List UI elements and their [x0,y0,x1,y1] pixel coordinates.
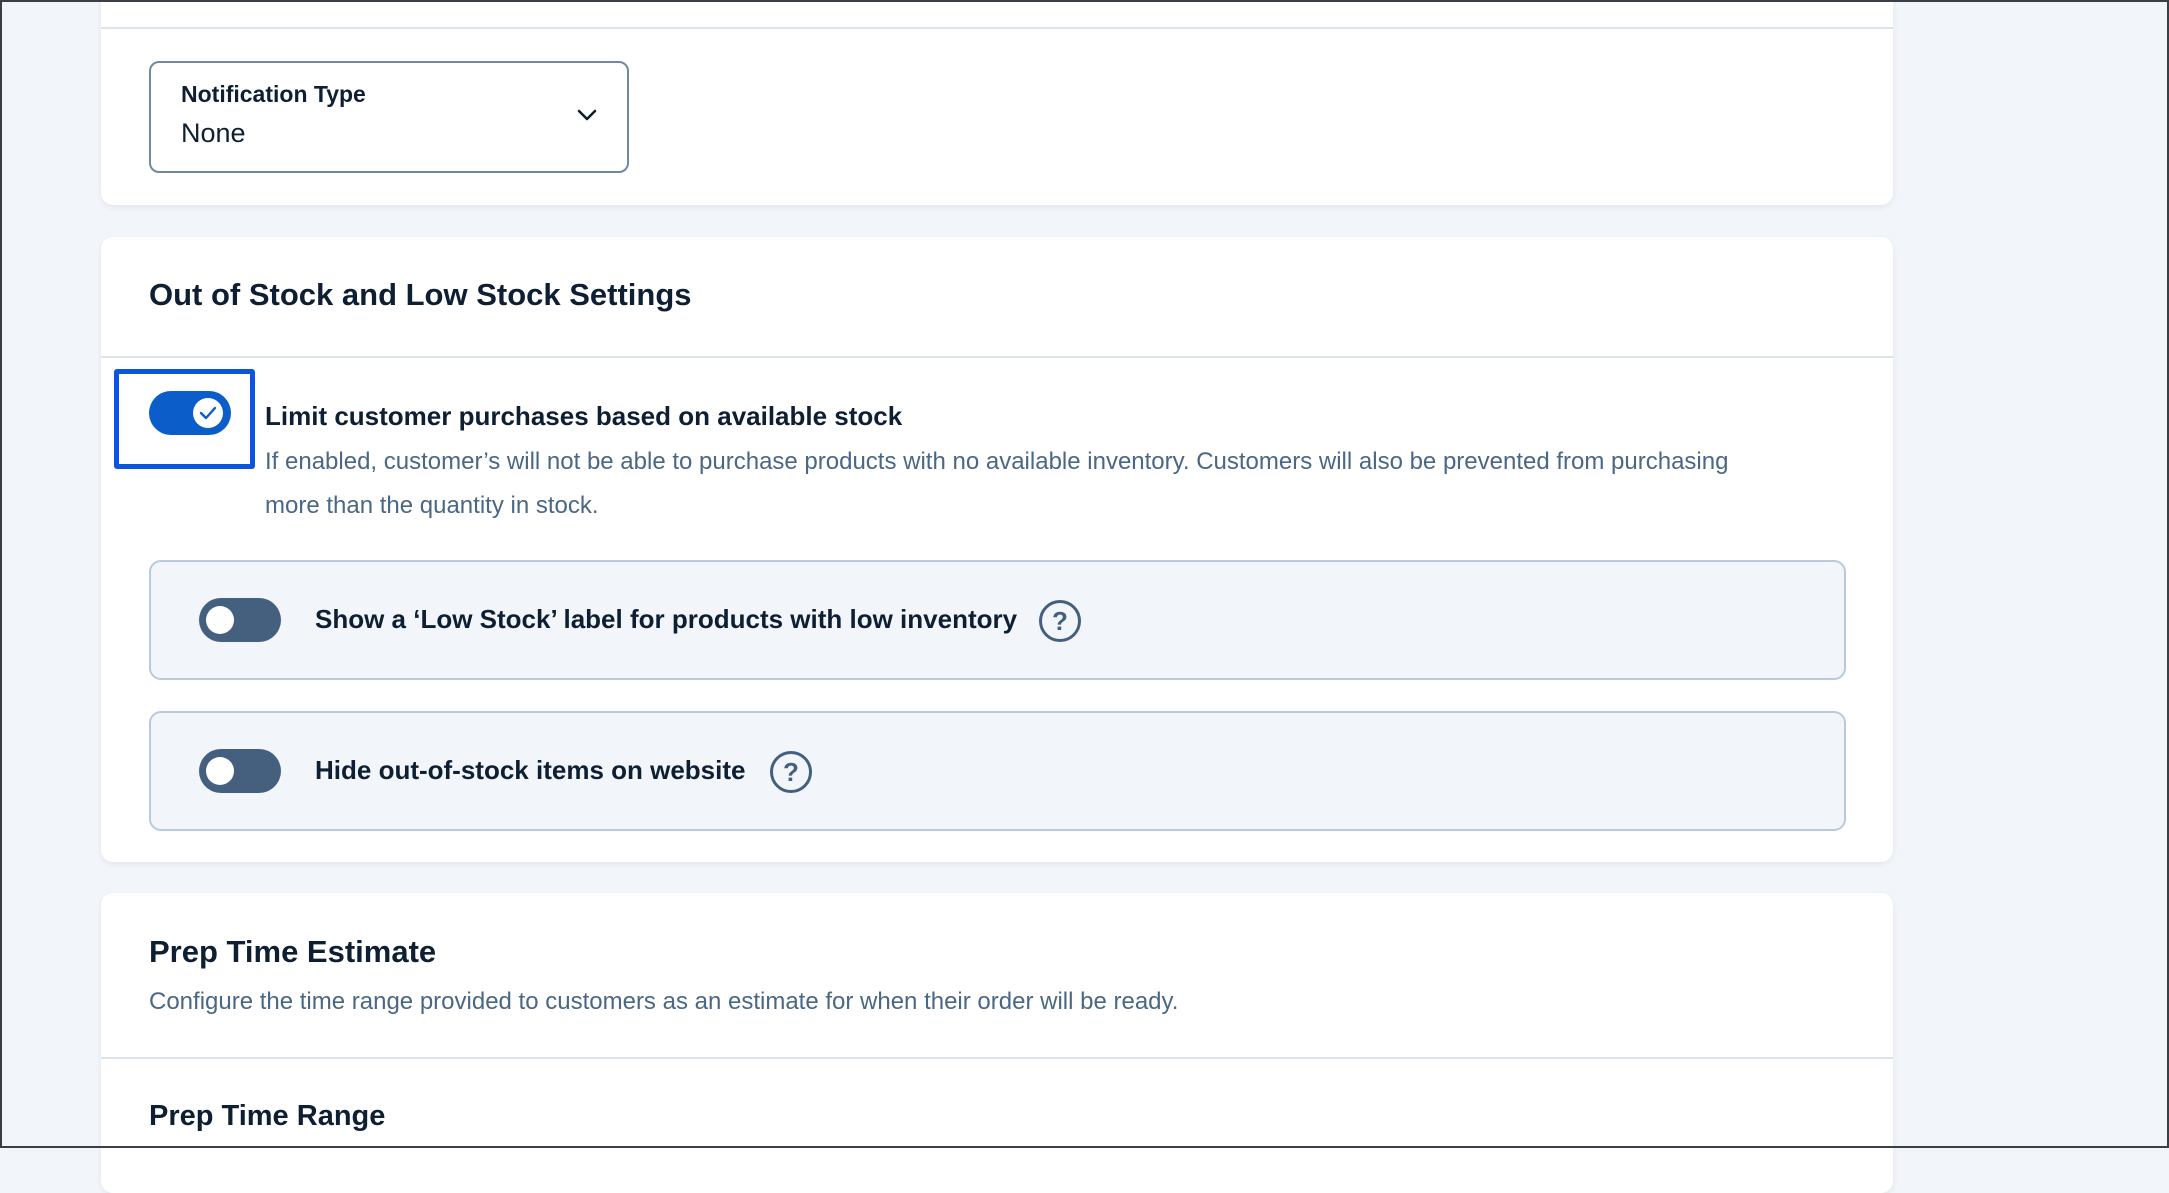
toggle-knob [206,757,234,785]
low-stock-label-toggle[interactable] [199,598,281,642]
help-icon[interactable]: ? [770,751,812,793]
limit-purchases-description: If enabled, customer’s will not be able … [265,448,1729,519]
notification-card: Notification Type None [101,0,1893,205]
help-icon[interactable]: ? [1039,600,1081,642]
notification-type-select[interactable]: Notification Type None [149,61,629,173]
low-stock-label-option: Show a ‘Low Stock’ label for products wi… [149,560,1846,680]
prep-time-title: Prep Time Estimate [149,934,437,969]
stock-settings-title: Out of Stock and Low Stock Settings [149,277,692,312]
notification-type-value: None [181,118,246,148]
prep-time-range-title: Prep Time Range [149,1100,386,1132]
prep-time-description: Configure the time range provided to cus… [149,988,1179,1015]
card-divider [101,1057,1893,1059]
check-icon [199,406,217,420]
stock-settings-card: Out of Stock and Low Stock Settings Limi… [101,237,1893,862]
low-stock-label-text: Show a ‘Low Stock’ label for products wi… [315,604,1018,634]
notification-type-label: Notification Type [181,81,366,107]
toggle-knob [206,606,234,634]
limit-purchases-toggle[interactable] [149,391,231,435]
hide-out-of-stock-option: Hide out-of-stock items on website ? [149,711,1846,831]
toggle-knob [193,398,223,428]
prep-time-card: Prep Time Estimate Configure the time ra… [101,893,1893,1193]
hide-out-of-stock-text: Hide out-of-stock items on website [315,755,746,785]
chevron-down-icon [577,109,597,121]
card-divider [101,356,1893,358]
card-divider [101,27,1893,29]
limit-purchases-label: Limit customer purchases based on availa… [265,401,903,431]
hide-out-of-stock-toggle[interactable] [199,749,281,793]
